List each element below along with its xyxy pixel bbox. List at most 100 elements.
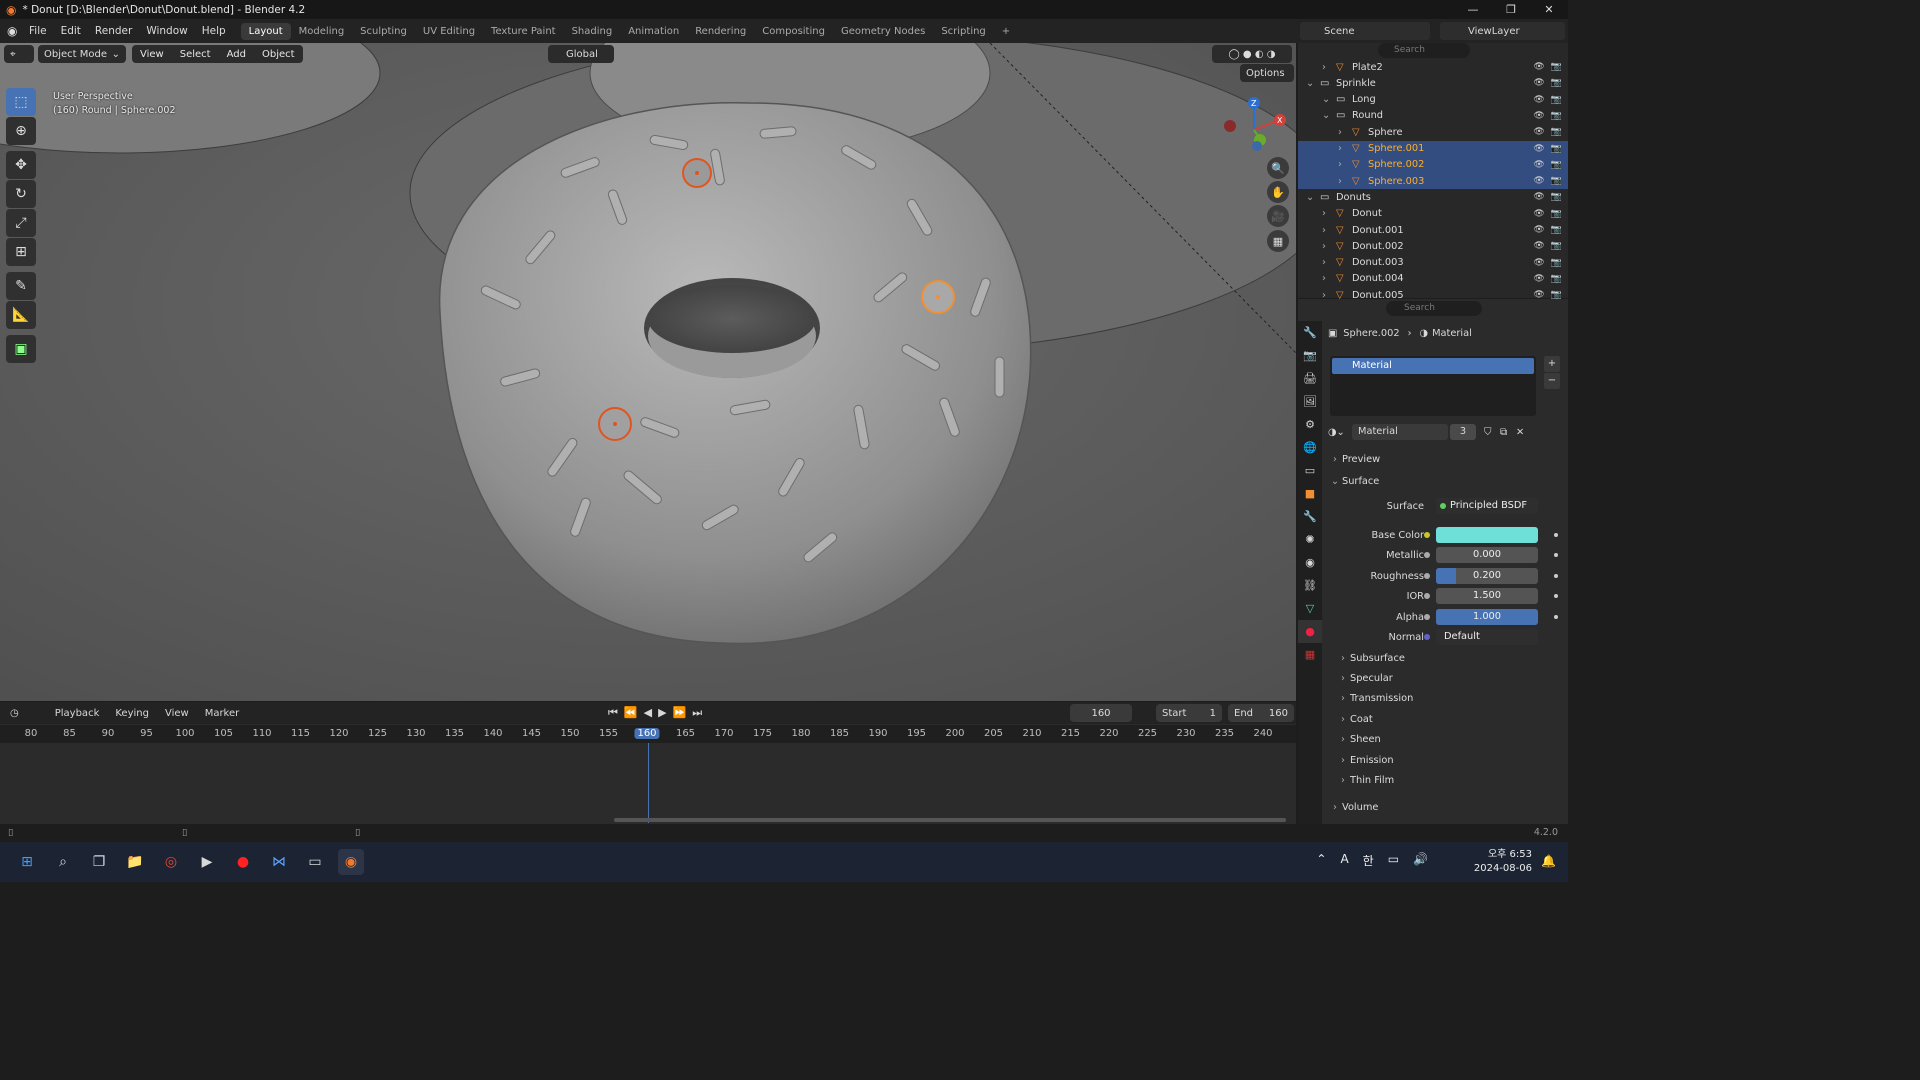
subpanel-header[interactable]: › Thin Film (1336, 771, 1572, 789)
visibility-eye-icon[interactable]: 👁 (1533, 62, 1544, 72)
camera-view-icon[interactable]: 🎥 (1267, 205, 1289, 227)
render-camera-icon[interactable]: 📷 (1551, 78, 1562, 88)
expand-chevron-icon[interactable]: › (1338, 176, 1342, 187)
search-icon[interactable]: ⌕ (50, 849, 76, 875)
tab-shading[interactable]: Shading (564, 23, 621, 40)
timeline-scrollbar[interactable] (614, 818, 1286, 822)
subpanel-header[interactable]: › Sheen (1336, 731, 1572, 749)
render-camera-icon[interactable]: 📷 (1551, 95, 1562, 105)
media-player-icon[interactable]: ▶ (194, 849, 220, 875)
menu-file[interactable]: File (22, 25, 54, 37)
outliner-row[interactable]: › ▽ Donut.002 👁 📷 (1298, 238, 1568, 254)
render-camera-icon[interactable]: 📷 (1551, 241, 1562, 251)
play-reverse-icon[interactable]: ◀ (644, 706, 652, 720)
outliner-row[interactable]: › ▽ Plate2 👁 📷 (1298, 59, 1568, 75)
shading-mode-buttons[interactable]: ◯ ● ◐ ◑ (1212, 45, 1292, 63)
render-camera-icon[interactable]: 📷 (1551, 176, 1562, 186)
texture-tab-icon[interactable]: ▦ (1298, 643, 1322, 666)
material-name-field[interactable]: Material (1352, 424, 1448, 440)
scale-tool-icon[interactable]: ⤢ (6, 209, 36, 237)
input-language-indicator[interactable]: A (1340, 852, 1348, 869)
render-camera-icon[interactable]: 📷 (1551, 62, 1562, 72)
render-camera-icon[interactable]: 📷 (1551, 258, 1562, 268)
properties-search[interactable]: Search (1386, 301, 1482, 316)
particles-tab-icon[interactable]: ✺ (1298, 528, 1322, 551)
render-camera-icon[interactable]: 📷 (1551, 209, 1562, 219)
material-slots-list[interactable]: Material (1330, 356, 1536, 416)
tray-chevron-up-icon[interactable]: ⌃ (1316, 852, 1326, 869)
tool-tab-icon[interactable]: 🔧 (1298, 321, 1322, 344)
visibility-eye-icon[interactable]: 👁 (1533, 176, 1544, 186)
menu-window[interactable]: Window (139, 25, 194, 37)
expand-chevron-icon[interactable]: › (1322, 241, 1326, 252)
menu-help[interactable]: Help (195, 25, 233, 37)
expand-chevron-icon[interactable]: › (1338, 143, 1342, 154)
outliner-row[interactable]: ⌄ ▭ Long 👁 📷 (1298, 92, 1568, 108)
roughness-slider[interactable]: 0.200 (1436, 568, 1538, 584)
volume-icon[interactable]: 🔊 (1413, 852, 1428, 869)
expand-chevron-icon[interactable]: ⌄ (1306, 192, 1314, 203)
visibility-eye-icon[interactable]: 👁 (1533, 160, 1544, 170)
menu-playback[interactable]: Playback (47, 708, 108, 719)
browse-material-icon[interactable]: ◑⌄ (1328, 427, 1350, 438)
add-cube-tool-icon[interactable]: ▣ (6, 335, 36, 363)
close-button[interactable]: ✕ (1530, 0, 1568, 19)
expand-chevron-icon[interactable]: › (1322, 62, 1326, 73)
keyframe-dot-icon[interactable] (1554, 615, 1558, 619)
render-camera-icon[interactable]: 📷 (1551, 160, 1562, 170)
fake-user-shield-icon[interactable]: ⛉ (1484, 427, 1491, 438)
keyframe-dot-icon[interactable] (1554, 574, 1558, 578)
render-camera-icon[interactable]: 📷 (1551, 192, 1562, 202)
outliner-row[interactable]: ⌄ ▭ Donuts 👁 📷 (1298, 189, 1568, 205)
physics-tab-icon[interactable]: ◉ (1298, 551, 1322, 574)
menu-view-timeline[interactable]: View (157, 708, 197, 719)
visibility-eye-icon[interactable]: 👁 (1533, 95, 1544, 105)
playhead-line[interactable] (648, 743, 649, 823)
tab-sculpting[interactable]: Sculpting (352, 23, 415, 40)
subpanel-header[interactable]: › Coat (1336, 710, 1572, 728)
measure-tool-icon[interactable]: 📐 (6, 301, 36, 329)
expand-chevron-icon[interactable]: ⌄ (1322, 94, 1330, 105)
blender-taskbar-icon[interactable]: ◉ (338, 849, 364, 875)
keyframe-dot-icon[interactable] (1554, 594, 1558, 598)
normal-field[interactable]: Default (1436, 629, 1538, 645)
subpanel-header[interactable]: › Subsurface (1336, 649, 1572, 667)
menu-render[interactable]: Render (88, 25, 139, 37)
notification-bell-icon[interactable]: 🔔 (1541, 854, 1556, 868)
menu-marker[interactable]: Marker (197, 708, 248, 719)
outliner-row[interactable]: › ▽ Sphere.001 👁 📷 (1298, 140, 1568, 157)
subpanel-header[interactable]: › Specular (1336, 669, 1572, 687)
tab-animation[interactable]: Animation (620, 23, 687, 40)
transform-orientation-dropdown[interactable]: Global (548, 45, 614, 63)
metallic-slider[interactable]: 0.000 (1436, 547, 1538, 563)
add-slot-button[interactable]: + (1544, 356, 1560, 372)
visibility-eye-icon[interactable]: 👁 (1533, 78, 1544, 88)
minimize-button[interactable]: — (1454, 0, 1492, 19)
outliner-row[interactable]: › ▽ Sphere.003 👁 📷 (1298, 173, 1568, 190)
render-camera-icon[interactable]: 📷 (1551, 274, 1562, 284)
navigation-gizmo[interactable]: Z X (1220, 95, 1286, 153)
output-tab-icon[interactable]: 🖨 (1298, 367, 1322, 390)
task-view-icon[interactable]: ❐ (86, 849, 112, 875)
base-color-swatch[interactable] (1436, 527, 1538, 543)
remove-slot-button[interactable]: − (1544, 373, 1560, 389)
perspective-grid-icon[interactable]: ▦ (1267, 230, 1289, 252)
outliner-row[interactable]: › ▽ Donut 👁 📷 (1298, 206, 1568, 222)
add-workspace-button[interactable]: + (994, 23, 1018, 40)
data-tab-icon[interactable]: ▽ (1298, 597, 1322, 620)
material-tab-icon[interactable]: ● (1298, 620, 1322, 643)
surface-panel-header[interactable]: ⌄ Surface (1328, 472, 1564, 490)
options-button[interactable]: Options (1240, 64, 1294, 82)
3d-viewport[interactable]: ⌖ Object Mode ⌄ View Select Add Object Gl… (0, 43, 1296, 701)
timeline-editor-type-icon[interactable]: ◷ (10, 708, 19, 719)
tab-scripting[interactable]: Scripting (933, 23, 993, 40)
tab-rendering[interactable]: Rendering (687, 23, 754, 40)
render-camera-icon[interactable]: 📷 (1551, 127, 1562, 137)
tab-compositing[interactable]: Compositing (754, 23, 833, 40)
chrome-icon[interactable]: ◎ (158, 849, 184, 875)
outliner-row[interactable]: › ▽ Donut.001 👁 📷 (1298, 222, 1568, 238)
rotate-tool-icon[interactable]: ↻ (6, 180, 36, 208)
pan-hand-icon[interactable]: ✋ (1267, 181, 1289, 203)
current-frame-field[interactable]: 160 (1070, 704, 1132, 722)
move-tool-icon[interactable]: ✥ (6, 151, 36, 179)
